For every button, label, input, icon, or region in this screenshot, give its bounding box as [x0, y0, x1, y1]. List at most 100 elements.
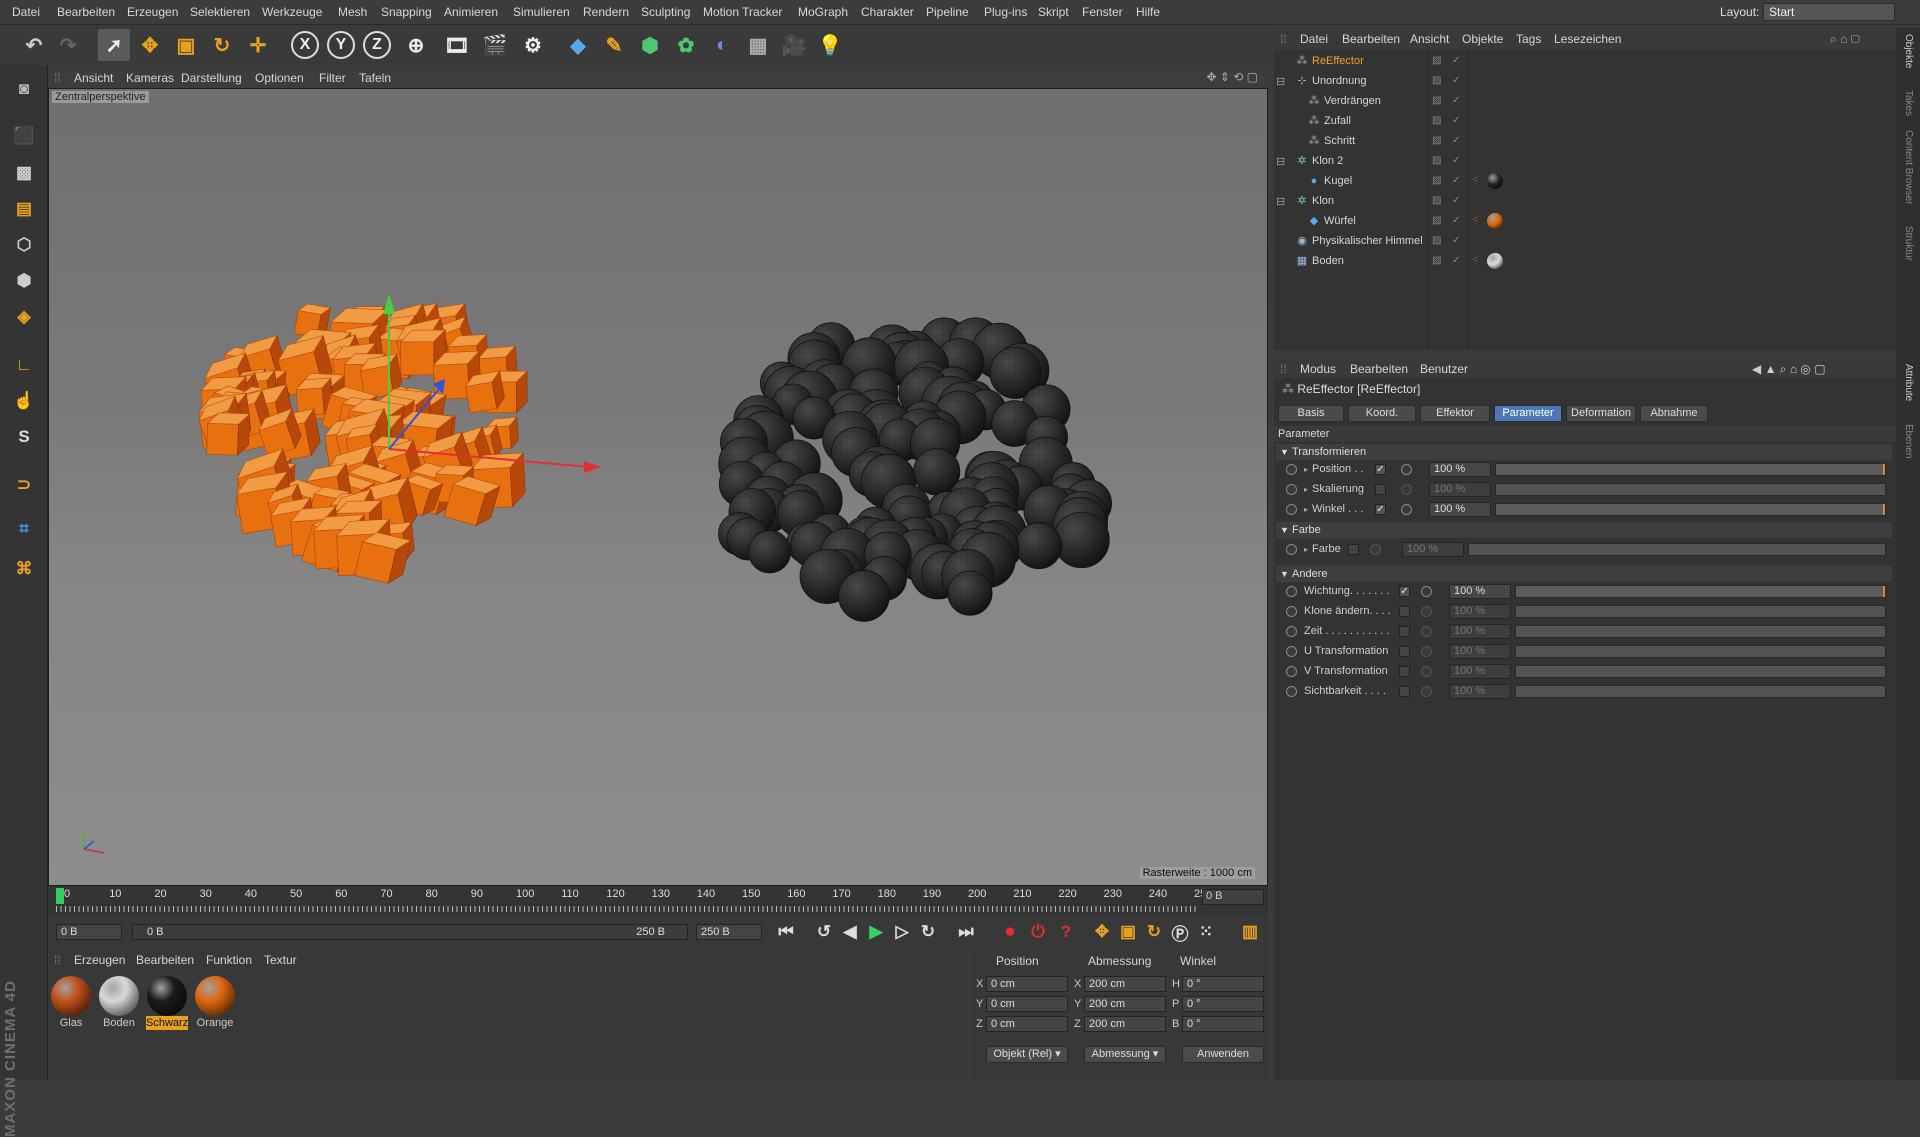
- visibility-flag-icon[interactable]: ▨: [1432, 55, 1441, 66]
- menu-plug-ins[interactable]: Plug-ins: [984, 5, 1027, 19]
- side-tab-ebenen[interactable]: Ebenen: [1903, 424, 1914, 458]
- autokey-icon[interactable]: ⏻: [1026, 920, 1050, 944]
- object-menu-ansicht[interactable]: Ansicht: [1410, 32, 1449, 46]
- object-menu-bearbeiten[interactable]: Bearbeiten: [1342, 32, 1400, 46]
- object-row-reeffector[interactable]: ⁂ ReEffector ▨ ✓: [1274, 52, 1896, 72]
- menu-snapping[interactable]: Snapping: [381, 5, 432, 19]
- object-row-schritt[interactable]: ⁂ Schritt ▨ ✓: [1274, 132, 1896, 152]
- value-key-radio[interactable]: [1401, 504, 1412, 515]
- play-icon[interactable]: ▶: [864, 920, 888, 944]
- menu-charakter[interactable]: Charakter: [861, 5, 914, 19]
- record-icon[interactable]: ⏺: [998, 920, 1022, 944]
- menu-animieren[interactable]: Animieren: [444, 5, 498, 19]
- value-key-radio[interactable]: [1401, 464, 1412, 475]
- strength-slider[interactable]: [1515, 645, 1886, 658]
- menu-motion-tracker[interactable]: Motion Tracker: [703, 5, 782, 19]
- param-checkbox[interactable]: [1399, 626, 1410, 637]
- menu-rendern[interactable]: Rendern: [583, 5, 629, 19]
- menu-mesh[interactable]: Mesh: [338, 5, 367, 19]
- value-key-radio[interactable]: [1421, 606, 1432, 617]
- param-checkbox[interactable]: [1399, 606, 1410, 617]
- size-z-field[interactable]: 200 cm: [1084, 1016, 1166, 1032]
- strength-value-field[interactable]: 100 %: [1429, 502, 1491, 517]
- param-checkbox[interactable]: [1399, 646, 1410, 657]
- viewport-menu-kameras[interactable]: Kameras: [126, 71, 174, 85]
- collapse-triangle-icon[interactable]: ▼: [1280, 444, 1289, 460]
- param-checkbox[interactable]: [1348, 544, 1359, 555]
- expand-arrow-icon[interactable]: ▸: [1304, 545, 1308, 554]
- polygons-mode-icon[interactable]: ◈: [8, 301, 40, 333]
- apply-button[interactable]: Anwenden: [1182, 1046, 1264, 1063]
- enabled-check-icon[interactable]: ✓: [1452, 255, 1460, 266]
- material-tag-icon[interactable]: [1487, 213, 1503, 229]
- menu-hilfe[interactable]: Hilfe: [1136, 5, 1160, 19]
- menu-sculpting[interactable]: Sculpting: [641, 5, 690, 19]
- model-mode-icon[interactable]: ⬛: [8, 120, 40, 152]
- expand-arrow-icon[interactable]: ▸: [1304, 465, 1308, 474]
- grid-snap-icon[interactable]: ⌘: [8, 553, 40, 585]
- material-boden[interactable]: Boden: [98, 976, 140, 1032]
- viewport-menu-filter[interactable]: Filter: [319, 71, 346, 85]
- visibility-flag-icon[interactable]: ▨: [1432, 215, 1441, 226]
- render-settings-icon[interactable]: ⚙: [517, 29, 549, 61]
- value-key-radio[interactable]: [1421, 686, 1432, 697]
- keyframe-selection-icon[interactable]: ?: [1054, 920, 1078, 944]
- axis-mode-icon[interactable]: ∟: [8, 349, 40, 381]
- enabled-check-icon[interactable]: ✓: [1452, 115, 1460, 126]
- strength-slider[interactable]: [1515, 585, 1886, 598]
- object-row-kugel[interactable]: ● Kugel ▨ ✓ ⁖: [1274, 172, 1896, 192]
- undo-icon[interactable]: ↶: [18, 29, 50, 61]
- material-menu-funktion[interactable]: Funktion: [206, 953, 252, 967]
- prev-key-icon[interactable]: ↺: [812, 920, 836, 944]
- param-checkbox[interactable]: ✓: [1399, 586, 1410, 597]
- position-x-field[interactable]: 0 cm: [986, 976, 1068, 992]
- strength-value-field[interactable]: 100 %: [1449, 624, 1511, 639]
- coord-size-mode-select[interactable]: Abmessung ▾: [1084, 1046, 1166, 1063]
- object-row-würfel[interactable]: ◆ Würfel ▨ ✓ ⁖: [1274, 212, 1896, 232]
- visibility-flag-icon[interactable]: ▨: [1432, 255, 1441, 266]
- collapse-triangle-icon[interactable]: ▼: [1280, 566, 1289, 582]
- strength-value-field[interactable]: 100 %: [1449, 644, 1511, 659]
- collapse-triangle-icon[interactable]: ▼: [1280, 522, 1289, 538]
- layout-select[interactable]: Start: [1763, 3, 1895, 21]
- animation-key-radio[interactable]: [1286, 666, 1297, 677]
- object-menu-lesezeichen[interactable]: Lesezeichen: [1554, 32, 1621, 46]
- end-frame-field[interactable]: 250 B: [696, 924, 762, 940]
- tab-effektor[interactable]: Effektor: [1420, 405, 1490, 422]
- material-menu-textur[interactable]: Textur: [264, 953, 297, 967]
- attribute-menu-benutzer[interactable]: Benutzer: [1420, 362, 1468, 376]
- side-tab-objekte[interactable]: Objekte: [1903, 34, 1914, 68]
- visibility-flag-icon[interactable]: ▨: [1432, 115, 1441, 126]
- coord-mode-select[interactable]: Objekt (Rel) ▾: [986, 1046, 1068, 1063]
- z-axis-lock-icon[interactable]: Z: [363, 31, 391, 59]
- animation-key-radio[interactable]: [1286, 586, 1297, 597]
- make-editable-icon[interactable]: ◙: [8, 73, 40, 105]
- strength-value-field[interactable]: 100 %: [1449, 684, 1511, 699]
- cube-object-icon[interactable]: ◆: [562, 29, 594, 61]
- object-row-klon-2[interactable]: ⊟ ✲ Klon 2 ▨ ✓: [1274, 152, 1896, 172]
- side-tab-content-browser[interactable]: Content Browser: [1903, 130, 1914, 204]
- tab-basis[interactable]: Basis: [1278, 405, 1344, 422]
- redo-icon[interactable]: ↷: [52, 29, 84, 61]
- move-tool-icon[interactable]: ✥: [134, 29, 166, 61]
- value-key-radio[interactable]: [1401, 484, 1412, 495]
- object-row-physikalischer-himmel[interactable]: ◉ Physikalischer Himmel ▨ ✓: [1274, 232, 1896, 252]
- render-picture-viewer-icon[interactable]: 🎬: [479, 29, 511, 61]
- key-position-icon[interactable]: ✥: [1090, 920, 1114, 944]
- magnet-icon[interactable]: ⊃: [8, 469, 40, 501]
- material-menu-bearbeiten[interactable]: Bearbeiten: [136, 953, 194, 967]
- strength-slider[interactable]: [1515, 605, 1886, 618]
- animation-key-radio[interactable]: [1286, 484, 1297, 495]
- side-tab-struktur[interactable]: Struktur: [1903, 226, 1914, 261]
- side-tab-attribute[interactable]: Attribute: [1903, 364, 1914, 401]
- menu-skript[interactable]: Skript: [1038, 5, 1069, 19]
- rotation-b-field[interactable]: 0 °: [1182, 1016, 1264, 1032]
- viewport-nav-icons[interactable]: ✥ ⇕ ⟲ ▢: [1206, 70, 1258, 84]
- param-checkbox[interactable]: [1375, 484, 1386, 495]
- start-frame-field[interactable]: 0 B: [56, 924, 122, 940]
- rotation-h-field[interactable]: 0 °: [1182, 976, 1264, 992]
- menu-pipeline[interactable]: Pipeline: [926, 5, 969, 19]
- camera-icon[interactable]: 🎥: [778, 29, 810, 61]
- enabled-check-icon[interactable]: ✓: [1452, 155, 1460, 166]
- cloner-icon[interactable]: ✿: [670, 29, 702, 61]
